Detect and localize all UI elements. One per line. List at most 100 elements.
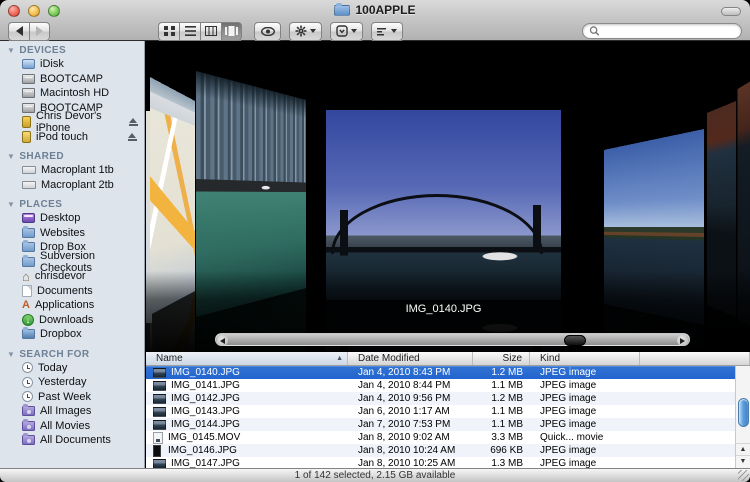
document-icon bbox=[22, 285, 32, 297]
sidebar-section-header[interactable]: ▼DEVICES bbox=[0, 44, 144, 57]
column-header-date-modified[interactable]: Date Modified bbox=[348, 352, 473, 365]
table-row[interactable]: IMG_0147.JPGJan 8, 2010 10:25 AM1.3 MBJP… bbox=[146, 457, 735, 468]
sidebar-item-documents[interactable]: Documents bbox=[0, 284, 144, 299]
main-content: IMG_0140.JPG Name ▲ Date Modified Size K… bbox=[146, 41, 750, 468]
sidebar-item-label: All Movies bbox=[40, 420, 90, 432]
back-button[interactable] bbox=[8, 22, 29, 41]
file-name: IMG_0142.JPG bbox=[171, 393, 240, 404]
drive-int-icon bbox=[22, 74, 35, 84]
status-bar: 1 of 142 selected, 2.15 GB available bbox=[0, 468, 750, 482]
vertical-scrollbar[interactable]: ▲ ▼ bbox=[735, 366, 750, 468]
toolbar-toggle-button[interactable] bbox=[721, 7, 741, 16]
drive-ext-icon bbox=[22, 166, 36, 174]
column-header-kind[interactable]: Kind bbox=[530, 352, 640, 365]
disclosure-triangle-icon: ▼ bbox=[7, 350, 15, 359]
list-view-button[interactable] bbox=[179, 22, 200, 41]
custom-action-menu-button[interactable] bbox=[330, 22, 363, 41]
sidebar-item-applications[interactable]: AApplications bbox=[0, 298, 144, 313]
coverflow-view-button[interactable] bbox=[221, 22, 242, 41]
folder-icon bbox=[22, 257, 35, 267]
table-row[interactable]: IMG_0146.JPGJan 8, 2010 10:24 AM696 KBJP… bbox=[146, 444, 735, 457]
sidebar-item-past-week[interactable]: Past Week bbox=[0, 390, 144, 405]
sidebar-item-today[interactable]: Today bbox=[0, 361, 144, 376]
sidebar-section-label: SEARCH FOR bbox=[19, 349, 89, 360]
file-name: IMG_0143.JPG bbox=[171, 406, 240, 417]
file-size-cell: 1.1 MB bbox=[473, 406, 530, 417]
file-date-cell: Jan 8, 2010 10:25 AM bbox=[348, 458, 473, 468]
file-kind-cell: JPEG image bbox=[530, 445, 640, 456]
table-row[interactable]: IMG_0140.JPGJan 4, 2010 8:43 PM1.2 MBJPE… bbox=[146, 366, 735, 379]
column-header-size[interactable]: Size bbox=[473, 352, 530, 365]
sidebar-item-chris-devor-s-iphone[interactable]: Chris Devor's iPhone bbox=[0, 115, 144, 130]
column-view-button[interactable] bbox=[200, 22, 221, 41]
sidebar-item-macintosh-hd[interactable]: Macintosh HD bbox=[0, 86, 144, 101]
quick-look-button[interactable] bbox=[254, 22, 281, 41]
sidebar-item-websites[interactable]: Websites bbox=[0, 226, 144, 241]
column-header-filler bbox=[640, 352, 750, 365]
sidebar-item-all-documents[interactable]: All Documents bbox=[0, 433, 144, 448]
resize-grip[interactable] bbox=[738, 470, 749, 481]
sidebar-section-header[interactable]: ▼ SEARCH FOR bbox=[0, 348, 144, 361]
scroll-down-button[interactable]: ▼ bbox=[736, 455, 750, 467]
sidebar-item-bootcamp[interactable]: BOOTCAMP bbox=[0, 72, 144, 87]
icon-view-button[interactable] bbox=[158, 22, 179, 41]
sidebar-item-all-images[interactable]: All Images bbox=[0, 404, 144, 419]
search-field[interactable] bbox=[582, 23, 742, 39]
table-row[interactable]: IMG_0142.JPGJan 4, 2010 9:56 PM1.2 MBJPE… bbox=[146, 392, 735, 405]
sidebar-item-yesterday[interactable]: Yesterday bbox=[0, 375, 144, 390]
arrange-menu-button[interactable] bbox=[371, 22, 403, 41]
clock-icon bbox=[22, 377, 33, 388]
file-list-rows: IMG_0140.JPGJan 4, 2010 8:43 PM1.2 MBJPE… bbox=[146, 366, 735, 468]
disclosure-triangle-icon: ▼ bbox=[7, 200, 15, 209]
rounded-square-arrow-icon bbox=[336, 25, 348, 37]
scrollbar-thumb[interactable] bbox=[738, 398, 749, 427]
sidebar-section-header[interactable]: ▼SHARED bbox=[0, 150, 144, 163]
sidebar-item-downloads[interactable]: ↓Downloads bbox=[0, 313, 144, 328]
sidebar-item-subversion-checkouts[interactable]: Subversion Checkouts bbox=[0, 255, 144, 270]
column-view-icon bbox=[205, 26, 217, 36]
coverflow-scrubber[interactable] bbox=[215, 333, 690, 346]
smart-icon bbox=[22, 406, 35, 416]
sidebar-item-macroplant-1tb[interactable]: Macroplant 1tb bbox=[0, 163, 144, 178]
sidebar-section-label: DEVICES bbox=[19, 45, 66, 56]
file-kind-cell: Quick... movie bbox=[530, 432, 640, 443]
table-row[interactable]: IMG_0143.JPG Jan 6, 2010 1:17 AM1.1 MBJPE… bbox=[146, 405, 735, 418]
file-kind-cell: JPEG image bbox=[530, 458, 640, 468]
sidebar-item-desktop[interactable]: Desktop bbox=[0, 211, 144, 226]
file-kind-cell: JPEG image bbox=[530, 406, 640, 417]
sidebar-item-macroplant-2tb[interactable]: Macroplant 2tb bbox=[0, 178, 144, 193]
dropdown-caret-icon bbox=[310, 29, 316, 33]
sidebar-section-header[interactable]: ▼PLACES bbox=[0, 198, 144, 211]
icon-view-icon bbox=[164, 26, 175, 36]
sidebar-item-label: BOOTCAMP bbox=[40, 73, 103, 85]
file-name: IMG_0141.JPG bbox=[171, 380, 240, 391]
scroll-up-button[interactable]: ▲ bbox=[736, 443, 750, 455]
file-date-cell: Jan 8, 2010 10:24 AM bbox=[348, 445, 473, 456]
titlebar[interactable]: 100APPLE bbox=[0, 0, 750, 21]
sidebar-item-all-movies[interactable]: All Movies bbox=[0, 419, 144, 434]
eject-icon[interactable] bbox=[129, 118, 137, 126]
coverflow-scrubber-knob[interactable] bbox=[564, 335, 586, 346]
file-date-cell: Jan 6, 2010 1:17 AM bbox=[348, 406, 473, 417]
file-name-cell: IMG_0140.JPG bbox=[146, 367, 348, 378]
search-input[interactable] bbox=[600, 25, 735, 37]
back-arrow-icon bbox=[16, 26, 23, 36]
file-list-header: Name ▲ Date Modified Size Kind bbox=[146, 352, 750, 366]
action-menu-button[interactable] bbox=[289, 22, 322, 41]
scrubber-right-arrow-button[interactable] bbox=[677, 335, 688, 346]
column-header-name[interactable]: Name ▲ bbox=[146, 352, 348, 365]
sidebar-item-idisk[interactable]: iDisk bbox=[0, 57, 144, 72]
forward-button[interactable] bbox=[29, 22, 50, 41]
sidebar-item-label: Documents bbox=[37, 285, 93, 297]
home-icon: ⌂ bbox=[22, 271, 30, 282]
sidebar-item-dropbox[interactable]: Dropbox bbox=[0, 327, 144, 342]
eject-icon[interactable] bbox=[128, 133, 137, 141]
scrubber-left-arrow-button[interactable] bbox=[217, 335, 228, 346]
table-row[interactable]: IMG_0144.JPGJan 7, 2010 7:53 PM1.1 MBJPE… bbox=[146, 418, 735, 431]
file-name: IMG_0144.JPG bbox=[171, 419, 240, 430]
table-row[interactable]: IMG_0141.JPGJan 4, 2010 8:44 PM1.1 MBJPE… bbox=[146, 379, 735, 392]
table-row[interactable]: IMG_0145.MOVJan 8, 2010 9:02 AM3.3 MBQui… bbox=[146, 431, 735, 444]
folder-icon bbox=[334, 5, 350, 16]
photo-thumbnail-icon bbox=[153, 368, 166, 378]
dropdown-caret-icon bbox=[391, 29, 397, 33]
